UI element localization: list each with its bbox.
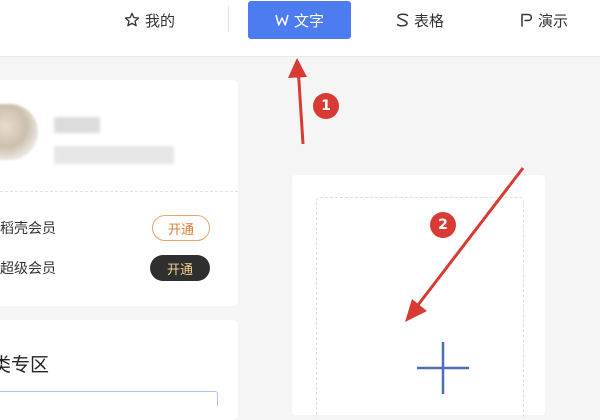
- step-badge-1: 1: [313, 93, 339, 119]
- nav-tab-mine-label: 我的: [145, 11, 176, 30]
- nav-tab-sheet[interactable]: 表格: [396, 1, 444, 39]
- open-super-button[interactable]: 开通: [150, 255, 210, 281]
- arrow-1-head: [288, 58, 307, 78]
- nav-divider: [228, 6, 229, 32]
- profile-card: 稻壳会员 开通 超级会员 开通: [0, 80, 238, 306]
- open-docer-button[interactable]: 开通: [152, 215, 210, 241]
- blurred-user-detail: [54, 146, 174, 164]
- plus-icon[interactable]: [417, 342, 469, 398]
- nav-tab-text[interactable]: 文字: [248, 1, 351, 39]
- zone-title: 类专区: [0, 354, 50, 376]
- member-label: 稻壳会员: [0, 221, 56, 237]
- avatar[interactable]: [0, 104, 38, 160]
- blurred-username: [54, 117, 100, 133]
- nav-tab-text-label: 文字: [293, 11, 324, 30]
- nav-tab-mine[interactable]: 我的: [124, 1, 175, 39]
- s-sheet-icon: [396, 13, 409, 27]
- star-icon: [124, 12, 140, 28]
- new-document-card: [292, 175, 545, 418]
- member-row-docer: 稻壳会员 开通: [0, 214, 210, 242]
- nav-tab-slide-label: 演示: [538, 11, 569, 30]
- member-label: 超级会员: [0, 261, 56, 277]
- p-slide-icon: [520, 13, 533, 27]
- nav-tab-slide[interactable]: 演示: [520, 1, 568, 39]
- w-doc-icon: [275, 14, 289, 26]
- profile-divider: [0, 191, 238, 192]
- zone-search-input[interactable]: [0, 391, 218, 406]
- new-document-area[interactable]: [316, 197, 524, 418]
- member-row-super: 超级会员 开通: [0, 254, 210, 282]
- nav-tab-sheet-label: 表格: [414, 11, 445, 30]
- step-badge-2: 2: [430, 212, 456, 238]
- top-nav-bar: 我的 文字 表格 演示: [0, 0, 600, 57]
- arrow-1: [297, 73, 305, 145]
- category-zone-card: 类专区: [0, 320, 238, 420]
